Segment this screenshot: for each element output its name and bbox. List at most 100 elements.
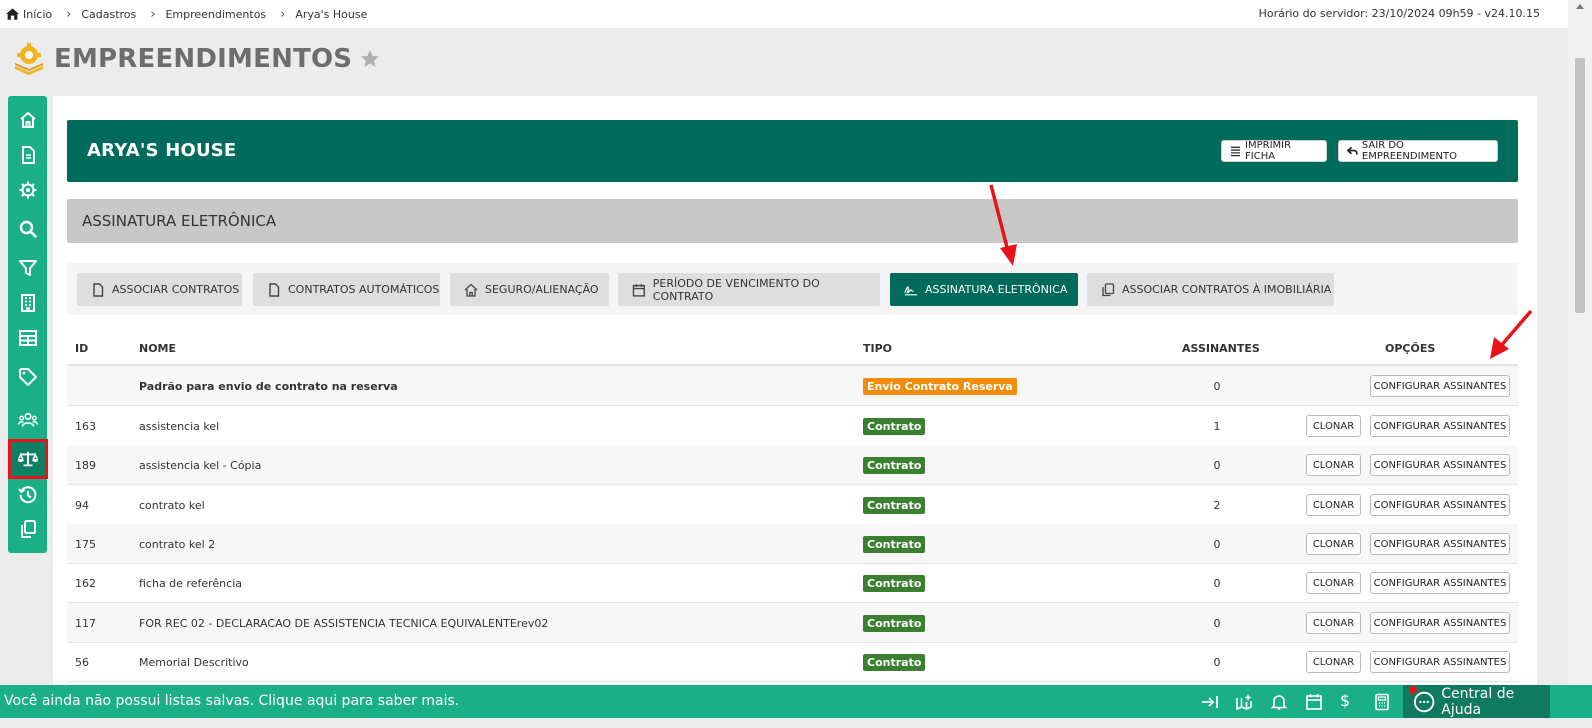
breadcrumb-item-empreendimentos[interactable]: › Empreendimentos — [136, 7, 266, 22]
tab-bar: ASSOCIAR CONTRATOS CONTRATOS AUTOMÁTICOS… — [67, 263, 1518, 315]
sidebar-item-copy[interactable] — [8, 511, 47, 547]
bottom-bar: Você ainda não possui listas salvas. Cli… — [0, 685, 1592, 718]
clone-button[interactable]: CLONAR — [1306, 415, 1361, 437]
sidebar-item-tables[interactable] — [8, 320, 47, 356]
row-nome[interactable]: assistencia kel — [139, 420, 219, 433]
row-assinantes: 0 — [1213, 577, 1221, 590]
clone-button[interactable]: CLONAR — [1306, 454, 1361, 476]
map-icon[interactable] — [1235, 693, 1253, 711]
sidebar-item-tags[interactable] — [8, 359, 47, 395]
sidebar-item-filter[interactable] — [8, 250, 47, 286]
clone-button[interactable]: CLONAR — [1306, 494, 1361, 516]
history-icon — [17, 486, 36, 504]
row-nome[interactable]: contrato kel 2 — [139, 538, 215, 551]
sidebar-item-people[interactable] — [8, 402, 47, 438]
configure-signers-button[interactable]: CONFIGURAR ASSINANTES — [1370, 572, 1510, 594]
sidebar — [8, 96, 48, 553]
chevron-right-icon: › — [280, 6, 286, 22]
breadcrumb-item-home[interactable]: Início — [6, 8, 52, 21]
row-nome[interactable]: Padrão para envio de contrato na reserva — [139, 380, 398, 393]
row-assinantes: 2 — [1213, 499, 1221, 512]
type-badge: Envio Contrato Reserva — [863, 378, 1017, 395]
configure-signers-button[interactable]: CONFIGURAR ASSINANTES — [1370, 415, 1510, 437]
table-row: 175 contrato kel 2 Contrato 0 CLONAR CON… — [67, 524, 1518, 564]
row-nome[interactable]: ficha de referência — [139, 577, 242, 590]
clone-button[interactable]: CLONAR — [1306, 533, 1361, 555]
file-icon — [269, 282, 280, 297]
sidebar-item-legal[interactable] — [8, 439, 48, 479]
exit-project-button[interactable]: SAIR DO EMPREENDIMENTO — [1338, 140, 1498, 162]
chat-icon — [1413, 691, 1435, 712]
saved-lists-message[interactable]: Você ainda não possui listas salvas. Cli… — [4, 693, 459, 709]
type-badge: Contrato — [863, 457, 926, 474]
clone-button[interactable]: CLONAR — [1306, 651, 1361, 673]
tab-label: ASSINATURA ELETRÔNICA — [925, 283, 1068, 296]
type-badge: Contrato — [863, 575, 926, 592]
main-content: ARYA'S HOUSE IMPRIMIR FICHA SAIR DO EMPR… — [53, 96, 1537, 690]
bell-icon[interactable] — [1270, 693, 1288, 711]
house-icon — [464, 283, 478, 297]
calendar-icon[interactable] — [1305, 693, 1323, 711]
sidebar-item-history[interactable] — [8, 477, 47, 513]
row-assinantes: 0 — [1213, 617, 1221, 630]
tab-assinatura-eletronica[interactable]: ASSINATURA ELETRÔNICA — [890, 273, 1078, 306]
configure-signers-button[interactable]: CONFIGURAR ASSINANTES — [1370, 375, 1510, 397]
row-nome[interactable]: FOR REC 02 - DECLARACAO DE ASSISTENCIA T… — [139, 617, 548, 630]
column-header-tipo: TIPO — [863, 342, 893, 355]
configure-signers-button[interactable]: CONFIGURAR ASSINANTES — [1370, 651, 1510, 673]
sidebar-item-search[interactable] — [8, 211, 47, 247]
sidebar-item-documents[interactable] — [8, 137, 47, 173]
column-header-assinantes: ASSINANTES — [1182, 342, 1260, 355]
export-icon[interactable] — [1201, 693, 1219, 711]
help-center-button[interactable]: Central de Ajuda — [1403, 685, 1550, 718]
notification-dot — [1409, 686, 1417, 694]
breadcrumb-label: Empreendimentos — [165, 7, 267, 21]
row-nome[interactable]: assistencia kel - Cópia — [139, 459, 261, 472]
type-badge: Contrato — [863, 497, 926, 514]
table-header: ID NOME TIPO ASSINANTES OPÇÕES — [67, 336, 1518, 366]
scrollbar-thumb[interactable] — [1575, 58, 1585, 313]
tab-label: ASSOCIAR CONTRATOS — [112, 283, 240, 296]
star-icon[interactable] — [360, 49, 380, 69]
tab-associar-imobiliaria[interactable]: ASSOCIAR CONTRATOS À IMOBILIÁRIA — [1087, 273, 1334, 306]
breadcrumb-label: Início — [23, 7, 53, 21]
row-id: 163 — [75, 420, 96, 433]
table-row: 94 contrato kel Contrato 2 CLONAR CONFIG… — [67, 485, 1518, 525]
tab-seguro-alienacao[interactable]: SEGURO/ALIENAÇÃO — [450, 273, 609, 306]
dollar-icon[interactable]: $ — [1340, 691, 1358, 710]
configure-signers-button[interactable]: CONFIGURAR ASSINANTES — [1370, 533, 1510, 555]
print-button[interactable]: IMPRIMIR FICHA — [1221, 140, 1327, 162]
row-assinantes: 0 — [1213, 380, 1221, 393]
tab-label: CONTRATOS AUTOMÁTICOS — [288, 283, 440, 296]
clone-button[interactable]: CLONAR — [1306, 572, 1361, 594]
sidebar-item-buildings[interactable] — [8, 285, 47, 321]
table-row: Padrão para envio de contrato na reserva… — [67, 366, 1518, 406]
breadcrumb-item-cadastros[interactable]: › Cadastros — [52, 7, 136, 22]
row-id: 94 — [75, 499, 89, 512]
sidebar-item-settings[interactable] — [8, 172, 47, 208]
configure-signers-button[interactable]: CONFIGURAR ASSINANTES — [1370, 454, 1510, 476]
breadcrumb: Início › Cadastros › Empreendimentos › A… — [0, 7, 367, 22]
configure-signers-button[interactable]: CONFIGURAR ASSINANTES — [1370, 494, 1510, 516]
calculator-icon[interactable] — [1373, 693, 1391, 711]
tab-contratos-automaticos[interactable]: CONTRATOS AUTOMÁTICOS — [253, 273, 440, 306]
tab-label: PERÍODO DE VENCIMENTO DO CONTRATO — [652, 276, 820, 303]
section-title-bar: ASSINATURA ELETRÔNICA — [67, 199, 1518, 243]
tab-label: ASSOCIAR CONTRATOS À IMOBILIÁRIA — [1122, 283, 1332, 296]
clone-button[interactable]: CLONAR — [1306, 612, 1361, 634]
page-scrollbar[interactable] — [1568, 0, 1592, 690]
sidebar-item-home[interactable] — [8, 102, 47, 138]
configure-signers-button[interactable]: CONFIGURAR ASSINANTES — [1370, 612, 1510, 634]
tab-associar-contratos[interactable]: ASSOCIAR CONTRATOS — [77, 273, 242, 306]
building-icon — [20, 294, 35, 312]
exit-button-label: SAIR DO EMPREENDIMENTO — [1361, 140, 1457, 162]
column-header-nome: NOME — [139, 342, 177, 355]
row-nome[interactable]: contrato kel — [139, 499, 205, 512]
column-header-opcoes: OPÇÕES — [1385, 342, 1436, 355]
chevron-right-icon: › — [66, 6, 72, 22]
building-gear-icon — [15, 43, 43, 75]
tab-periodo-vencimento[interactable]: PERÍODO DE VENCIMENTO DO CONTRATO — [618, 273, 880, 306]
home-icon — [19, 112, 36, 128]
scroll-up-icon[interactable] — [1576, 4, 1584, 9]
row-nome[interactable]: Memorial Descritivo — [139, 656, 249, 669]
